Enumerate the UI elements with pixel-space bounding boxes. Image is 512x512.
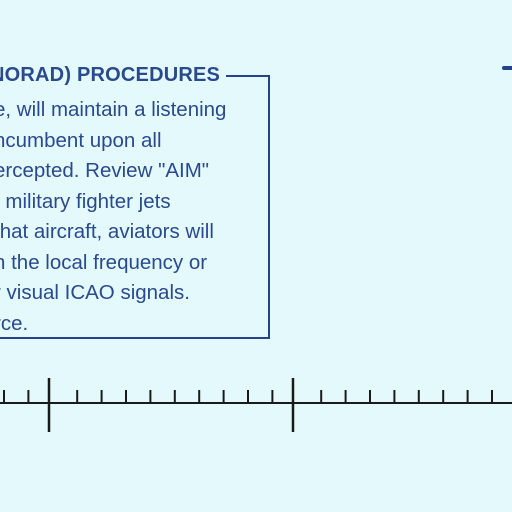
chart-inset: NORAD) PROCEDURES e, will maintain a lis…	[0, 0, 512, 512]
scale-bar	[0, 378, 512, 432]
